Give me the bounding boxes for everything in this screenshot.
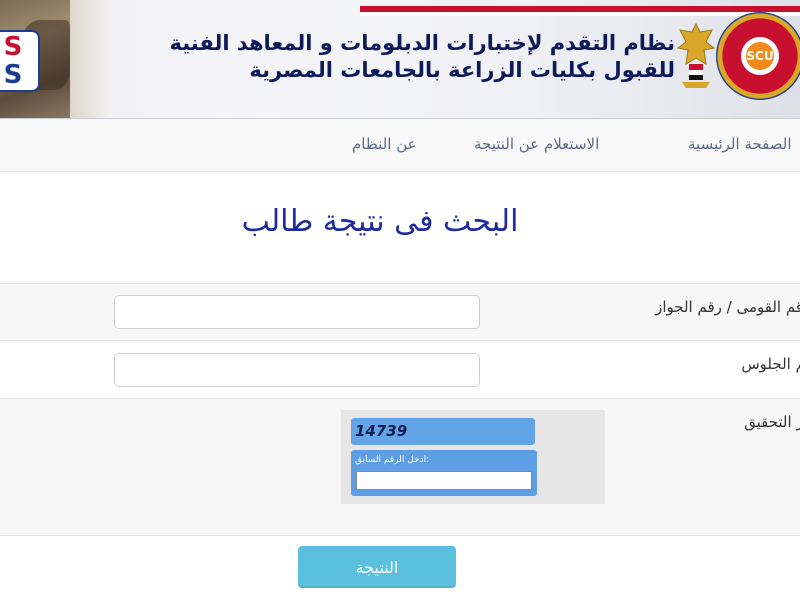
main-nav: الصفحة الرئيسية الاستعلام عن النتيجة عن …	[0, 119, 800, 172]
nav-result-inquiry-link[interactable]: الاستعلام عن النتيجة	[474, 133, 599, 155]
banner-white-stripe	[360, 12, 800, 16]
site-banner: S S نظام التقدم لإختبارات الدبلومات و ال…	[0, 0, 800, 120]
seat-number-input[interactable]	[114, 353, 480, 387]
banner-title-line1: نظام التقدم لإختبارات الدبلومات و المعاه…	[169, 31, 675, 55]
scu-logo-text: SCU	[746, 49, 774, 63]
captcha-prompt: :ادخل الرقم السابق	[355, 455, 430, 465]
captcha-row: رمز التحقيق 14739 :ادخل الرقم السابق	[0, 398, 800, 536]
national-id-label: الرقم القومى / رقم الجواز	[655, 298, 800, 316]
captcha-code: 14739	[351, 418, 535, 445]
left-logo: S S	[0, 30, 40, 92]
captcha-box: 14739 :ادخل الرقم السابق	[341, 410, 605, 504]
captcha-panel: :ادخل الرقم السابق	[351, 450, 537, 496]
nav-home-link[interactable]: الصفحة الرئيسية	[688, 133, 792, 155]
captcha-input[interactable]	[356, 471, 532, 490]
banner-title: نظام التقدم لإختبارات الدبلومات و المعاه…	[75, 30, 675, 84]
result-submit-button[interactable]: النتيجة	[298, 546, 456, 588]
page: S S نظام التقدم لإختبارات الدبلومات و ال…	[0, 0, 800, 600]
national-id-input[interactable]	[114, 295, 480, 329]
captcha-label: رمز التحقيق	[744, 413, 800, 431]
nav-about-link[interactable]: عن النظام	[352, 133, 417, 155]
seat-number-label: رقم الجلوس	[741, 355, 800, 373]
page-title: البحث فى نتيجة طالب	[0, 200, 760, 244]
page-title-text: البحث فى نتيجة طالب	[241, 204, 519, 239]
left-logo-text-bottom: S	[3, 60, 23, 90]
eagle-emblem-icon	[676, 22, 716, 88]
national-id-row: الرقم القومى / رقم الجواز	[0, 283, 800, 341]
banner-title-line2: للقبول بكليات الزراعة بالجامعات المصرية	[249, 58, 675, 82]
seat-number-row: رقم الجلوس	[0, 340, 800, 399]
